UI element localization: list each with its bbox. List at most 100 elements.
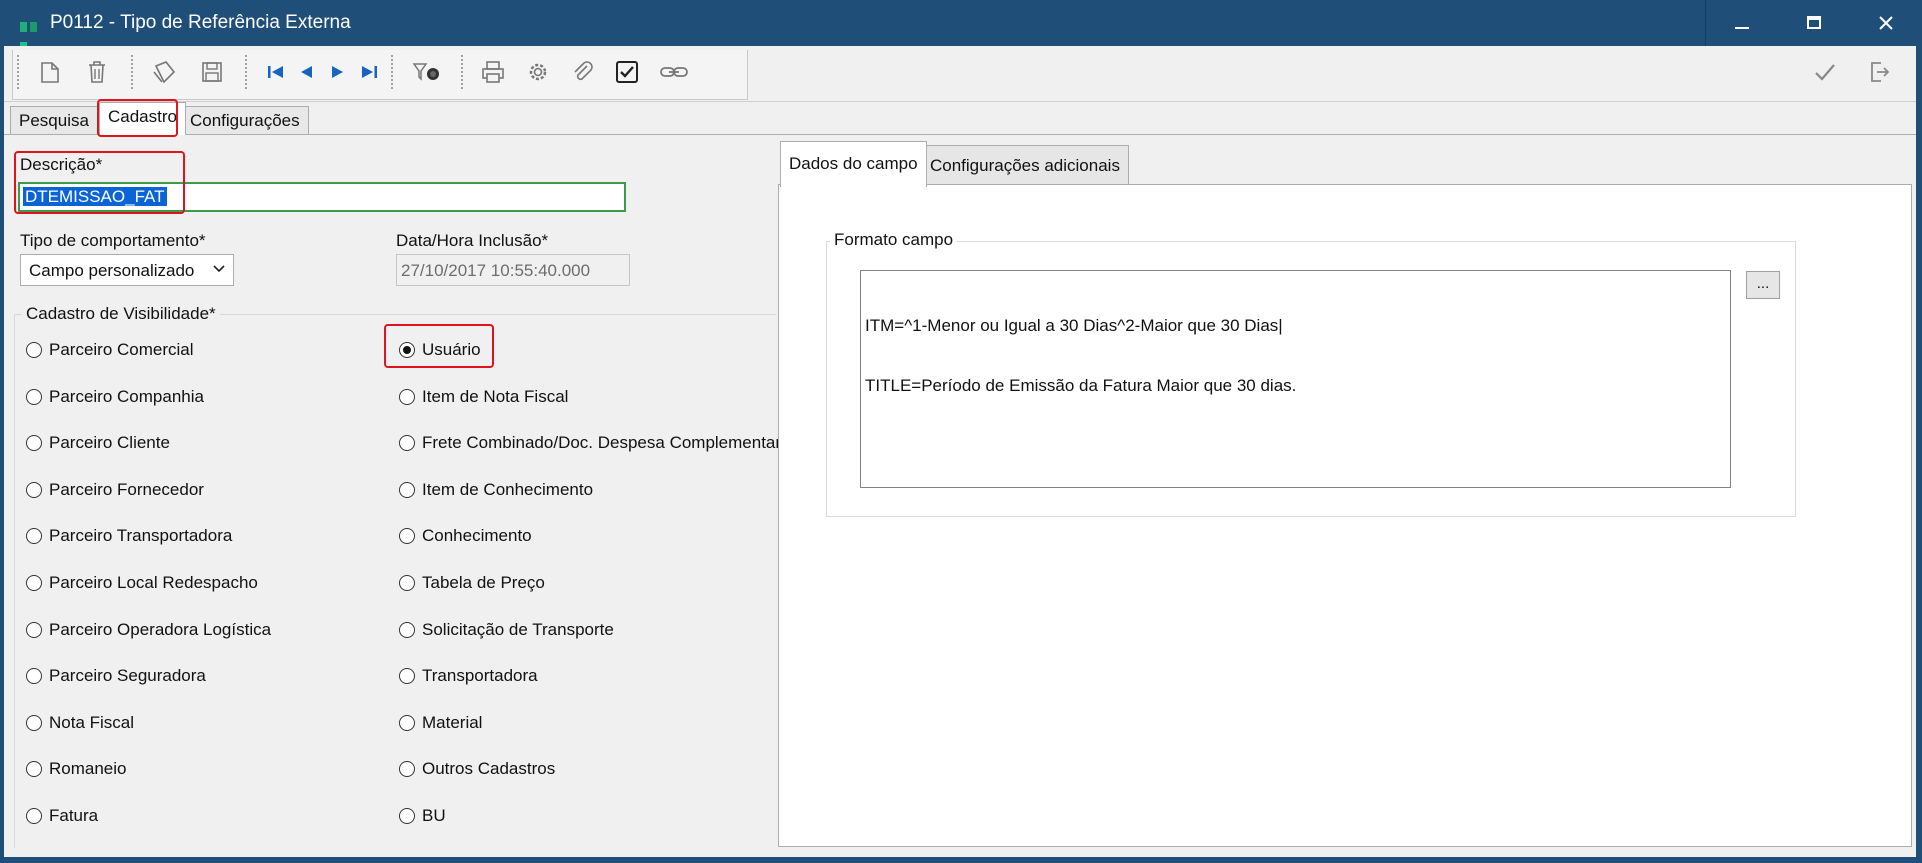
checkbox-button[interactable]: [612, 58, 642, 86]
radio-parceiro-comercial[interactable]: Parceiro Comercial: [26, 340, 194, 360]
radio-parceiro-local-redespacho[interactable]: Parceiro Local Redespacho: [26, 573, 258, 593]
radio-item-de-nota-fiscal[interactable]: Item de Nota Fiscal: [399, 387, 568, 407]
close-icon: [1879, 16, 1893, 30]
radio-usuario[interactable]: Usuário: [399, 340, 481, 360]
save-button[interactable]: [197, 58, 227, 86]
radio-circle[interactable]: [399, 528, 415, 544]
radio-label: Usuário: [422, 340, 481, 359]
radio-label: Nota Fiscal: [49, 713, 135, 732]
delete-button[interactable]: [82, 58, 112, 86]
radio-parceiro-seguradora[interactable]: Parceiro Seguradora: [26, 666, 206, 686]
radio-circle[interactable]: [399, 668, 415, 684]
descricao-value: DTEMISSAO_FAT: [23, 187, 167, 206]
radio-material[interactable]: Material: [399, 713, 482, 733]
attach-button[interactable]: [568, 58, 598, 86]
radio-label: Parceiro Comercial: [49, 340, 194, 359]
formato-line-2: TITLE=Período de Emissão da Fatura Maior…: [865, 376, 1297, 395]
radio-circle[interactable]: [26, 668, 42, 684]
radio-parceiro-fornecedor[interactable]: Parceiro Fornecedor: [26, 480, 204, 500]
print-button[interactable]: [478, 58, 508, 86]
radio-circle[interactable]: [26, 389, 42, 405]
radio-romaneio[interactable]: Romaneio: [26, 759, 127, 779]
exit-button[interactable]: [1864, 58, 1894, 86]
radio-solicitacao-de-transporte[interactable]: Solicitação de Transporte: [399, 620, 614, 640]
descricao-label: Descrição*: [20, 155, 103, 174]
formato-textarea[interactable]: ITM=^1-Menor ou Igual a 30 Dias^2-Maior …: [860, 270, 1731, 488]
radio-frete-combinado-doc-despesa-complementar[interactable]: Frete Combinado/Doc. Despesa Complementa…: [399, 433, 781, 453]
radio-label: Frete Combinado/Doc. Despesa Complementa…: [422, 433, 782, 452]
previous-record-button[interactable]: [292, 58, 322, 86]
radio-transportadora[interactable]: Transportadora: [399, 666, 538, 686]
radio-circle[interactable]: [399, 389, 415, 405]
radio-circle[interactable]: [26, 715, 42, 731]
descricao-input[interactable]: DTEMISSAO_FAT: [18, 182, 626, 212]
radio-circle[interactable]: [26, 482, 42, 498]
radio-label: Conhecimento: [422, 526, 532, 545]
maximize-button[interactable]: [1778, 0, 1850, 46]
toolbar: [4, 46, 1916, 102]
toolbar-grip: [16, 54, 20, 90]
tab-configuracoes[interactable]: Configurações: [181, 106, 309, 134]
radio-conhecimento[interactable]: Conhecimento: [399, 526, 532, 546]
title-bar: P0112 - Tipo de Referência Externa: [0, 0, 1922, 52]
radio-nota-fiscal[interactable]: Nota Fiscal: [26, 713, 134, 733]
minimize-button[interactable]: [1706, 0, 1778, 46]
radio-circle[interactable]: [399, 715, 415, 731]
radio-circle[interactable]: [399, 342, 415, 358]
radio-fatura[interactable]: Fatura: [26, 806, 98, 826]
confirm-button[interactable]: [1810, 58, 1840, 86]
settings-button[interactable]: [523, 58, 553, 86]
radio-tabela-de-preco[interactable]: Tabela de Preço: [399, 573, 545, 593]
radio-label: Parceiro Cliente: [49, 433, 170, 452]
attach-icon: [574, 61, 593, 81]
radio-circle[interactable]: [399, 761, 415, 777]
settings-icon: [529, 63, 547, 81]
radio-circle[interactable]: [399, 808, 415, 824]
formato-ellipsis-button[interactable]: ...: [1746, 271, 1780, 299]
next-record-icon: [332, 66, 343, 78]
tab-cadastro[interactable]: Cadastro: [99, 102, 186, 135]
link-icon: [660, 67, 688, 77]
radio-circle[interactable]: [26, 342, 42, 358]
toolbar-grip: [130, 54, 134, 90]
maximize-icon: [1807, 16, 1821, 29]
radio-circle[interactable]: [399, 435, 415, 451]
radio-circle[interactable]: [26, 528, 42, 544]
copy-button[interactable]: [150, 58, 180, 86]
radio-parceiro-operadora-logistica[interactable]: Parceiro Operadora Logística: [26, 620, 271, 640]
radio-parceiro-cliente[interactable]: Parceiro Cliente: [26, 433, 170, 453]
radio-outros-cadastros[interactable]: Outros Cadastros: [399, 759, 555, 779]
new-button[interactable]: [35, 58, 65, 86]
radio-circle[interactable]: [26, 761, 42, 777]
tab-configuracoes-adicionais[interactable]: Configurações adicionais: [921, 145, 1129, 185]
last-record-button[interactable]: [354, 58, 384, 86]
radio-bu[interactable]: BU: [399, 806, 446, 826]
radio-label: BU: [422, 806, 446, 825]
radio-circle[interactable]: [26, 575, 42, 591]
radio-circle[interactable]: [399, 482, 415, 498]
radio-circle[interactable]: [399, 575, 415, 591]
tab-divider: [4, 134, 1916, 135]
radio-parceiro-transportadora[interactable]: Parceiro Transportadora: [26, 526, 232, 546]
radio-item-de-conhecimento[interactable]: Item de Conhecimento: [399, 480, 593, 500]
toolbar-grip: [390, 54, 394, 90]
next-record-button[interactable]: [322, 58, 352, 86]
tab-pesquisa[interactable]: Pesquisa: [10, 106, 98, 134]
radio-circle[interactable]: [26, 435, 42, 451]
data-label: Data/Hora Inclusão*: [396, 231, 549, 250]
confirm-icon: [1815, 64, 1835, 81]
radio-label: Material: [422, 713, 483, 732]
close-button[interactable]: [1850, 0, 1922, 46]
search-filter-button[interactable]: [412, 58, 442, 86]
link-button[interactable]: [659, 58, 689, 86]
radio-circle[interactable]: [26, 622, 42, 638]
radio-label: Parceiro Transportadora: [49, 526, 233, 545]
radio-circle[interactable]: [399, 622, 415, 638]
tab-dados-do-campo[interactable]: Dados do campo: [780, 141, 927, 187]
radio-circle[interactable]: [26, 808, 42, 824]
first-record-button[interactable]: [261, 58, 291, 86]
radio-parceiro-companhia[interactable]: Parceiro Companhia: [26, 387, 204, 407]
print-icon: [482, 61, 504, 83]
tipo-select[interactable]: Campo personalizado: [20, 254, 234, 286]
chevron-down-icon: [213, 265, 225, 273]
